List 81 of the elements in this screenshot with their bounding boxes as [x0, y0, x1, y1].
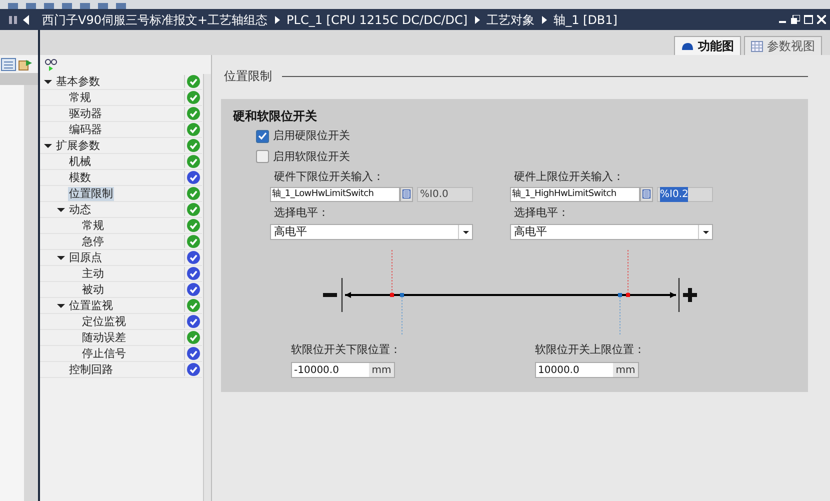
hardware-limit-marker	[626, 250, 630, 297]
tree-item[interactable]: 控制回路	[68, 362, 114, 376]
position-input-field[interactable]: 10000.0 mm	[535, 362, 639, 378]
plus-sign-icon	[681, 286, 699, 304]
dropdown-arrow-icon[interactable]	[698, 225, 712, 239]
unit-label: mm	[613, 363, 638, 377]
tree-item[interactable]: 编码器	[68, 122, 103, 136]
restore-icon[interactable]	[791, 15, 800, 24]
section-title: 位置限制	[223, 68, 272, 85]
tree-item[interactable]: 基本参数	[55, 74, 101, 88]
tree-item[interactable]: 主动	[81, 266, 105, 280]
glasses-icon[interactable]	[44, 58, 58, 70]
breadcrumb-item[interactable]: PLC_1 [CPU 1215C DC/DC/DC]	[286, 10, 468, 28]
tree-item[interactable]: 随动误差	[81, 330, 127, 344]
field-label: 选择电平：	[513, 206, 570, 220]
expanded-triangle-icon[interactable]	[57, 206, 65, 214]
tree-item[interactable]: 急停	[81, 234, 105, 248]
tree-item[interactable]: 位置监视	[68, 298, 114, 312]
tree-item[interactable]: 定位监视	[81, 314, 127, 328]
panel-header	[0, 30, 38, 55]
level-dropdown[interactable]: 高电平	[270, 224, 473, 240]
tree-item[interactable]: 动态	[68, 202, 92, 216]
scrollbar[interactable]	[203, 74, 211, 501]
parameter-table-icon	[751, 40, 763, 52]
address-text: %I0.0	[420, 188, 448, 202]
unit-label: mm	[369, 363, 394, 377]
field-label: 选择电平：	[273, 206, 330, 220]
field-label: 硬件上限位开关输入：	[513, 169, 625, 185]
expanded-triangle-icon[interactable]	[44, 78, 52, 86]
tree-item[interactable]: 位置限制	[68, 186, 114, 200]
scrollbar[interactable]	[24, 85, 38, 501]
checkbox-label: 启用硬限位开关	[273, 128, 350, 144]
breadcrumb-item[interactable]: 西门子V90伺服三号标准报文+工艺轴组态	[42, 10, 268, 28]
breadcrumb-separator-icon	[274, 16, 280, 24]
panel-collapse-icon[interactable]	[8, 14, 18, 24]
list-picker-icon[interactable]	[640, 187, 653, 202]
expanded-triangle-icon[interactable]	[57, 254, 65, 262]
minus-sign-icon	[323, 293, 337, 297]
table-export-icon[interactable]	[18, 58, 33, 70]
address-field[interactable]: %I0.2	[657, 187, 713, 202]
field-label: 软限位开关上限位置：	[535, 343, 645, 357]
field-label: 硬件下限位开关输入：	[273, 169, 385, 185]
level-dropdown[interactable]: 高电平	[510, 224, 713, 240]
tree-item[interactable]: 停止信号	[81, 346, 127, 360]
tree-item[interactable]: 模数	[68, 170, 92, 184]
hardware-limit-marker	[390, 250, 394, 297]
tree-item[interactable]: 机械	[68, 154, 92, 168]
left-triangle-icon[interactable]	[22, 14, 30, 24]
tree-item[interactable]: 扩展参数	[55, 138, 101, 152]
breadcrumb-item[interactable]: 轴_1 [DB1]	[554, 10, 618, 28]
checkbox-label: 启用软限位开关	[273, 148, 350, 164]
field-label: 软限位开关下限位置：	[291, 343, 401, 357]
group-title: 硬和软限位开关	[233, 108, 318, 125]
tag-input-field[interactable]: 轴_1_LowHwLimitSwitch	[270, 187, 400, 202]
position-input-field[interactable]: -10000.0 mm	[291, 362, 395, 378]
grid-view-icon[interactable]	[1, 58, 16, 70]
breadcrumb-item[interactable]: 工艺对象	[486, 10, 535, 28]
address-field[interactable]: %I0.0	[417, 187, 473, 202]
column-header	[0, 73, 38, 85]
dropdown-arrow-icon[interactable]	[458, 225, 472, 239]
breadcrumb-separator-icon	[474, 16, 480, 24]
expanded-triangle-icon[interactable]	[57, 302, 65, 310]
maximize-icon[interactable]	[804, 15, 813, 24]
checkbox[interactable]	[256, 130, 269, 143]
checkbox[interactable]	[256, 150, 269, 164]
breadcrumb-separator-icon	[542, 16, 547, 24]
tree-item[interactable]: 被动	[81, 282, 105, 296]
view-tab[interactable]: 功能图	[674, 36, 741, 55]
software-limit-marker	[400, 293, 404, 336]
tag-input-field[interactable]: 轴_1_HighHwLimitSwitch	[510, 187, 640, 202]
tree-item[interactable]: 驱动器	[68, 106, 103, 120]
tree-item[interactable]: 回原点	[68, 250, 103, 264]
software-limit-marker	[618, 293, 622, 336]
address-text: %I0.2	[660, 187, 688, 202]
close-icon[interactable]	[817, 15, 826, 24]
tree-item[interactable]: 常规	[81, 218, 105, 232]
function-diagram-icon	[681, 41, 694, 51]
list-picker-icon[interactable]	[400, 187, 413, 202]
view-tab[interactable]: 参数视图	[744, 36, 822, 55]
tree-item[interactable]: 常规	[68, 90, 92, 104]
expanded-triangle-icon[interactable]	[44, 142, 52, 150]
